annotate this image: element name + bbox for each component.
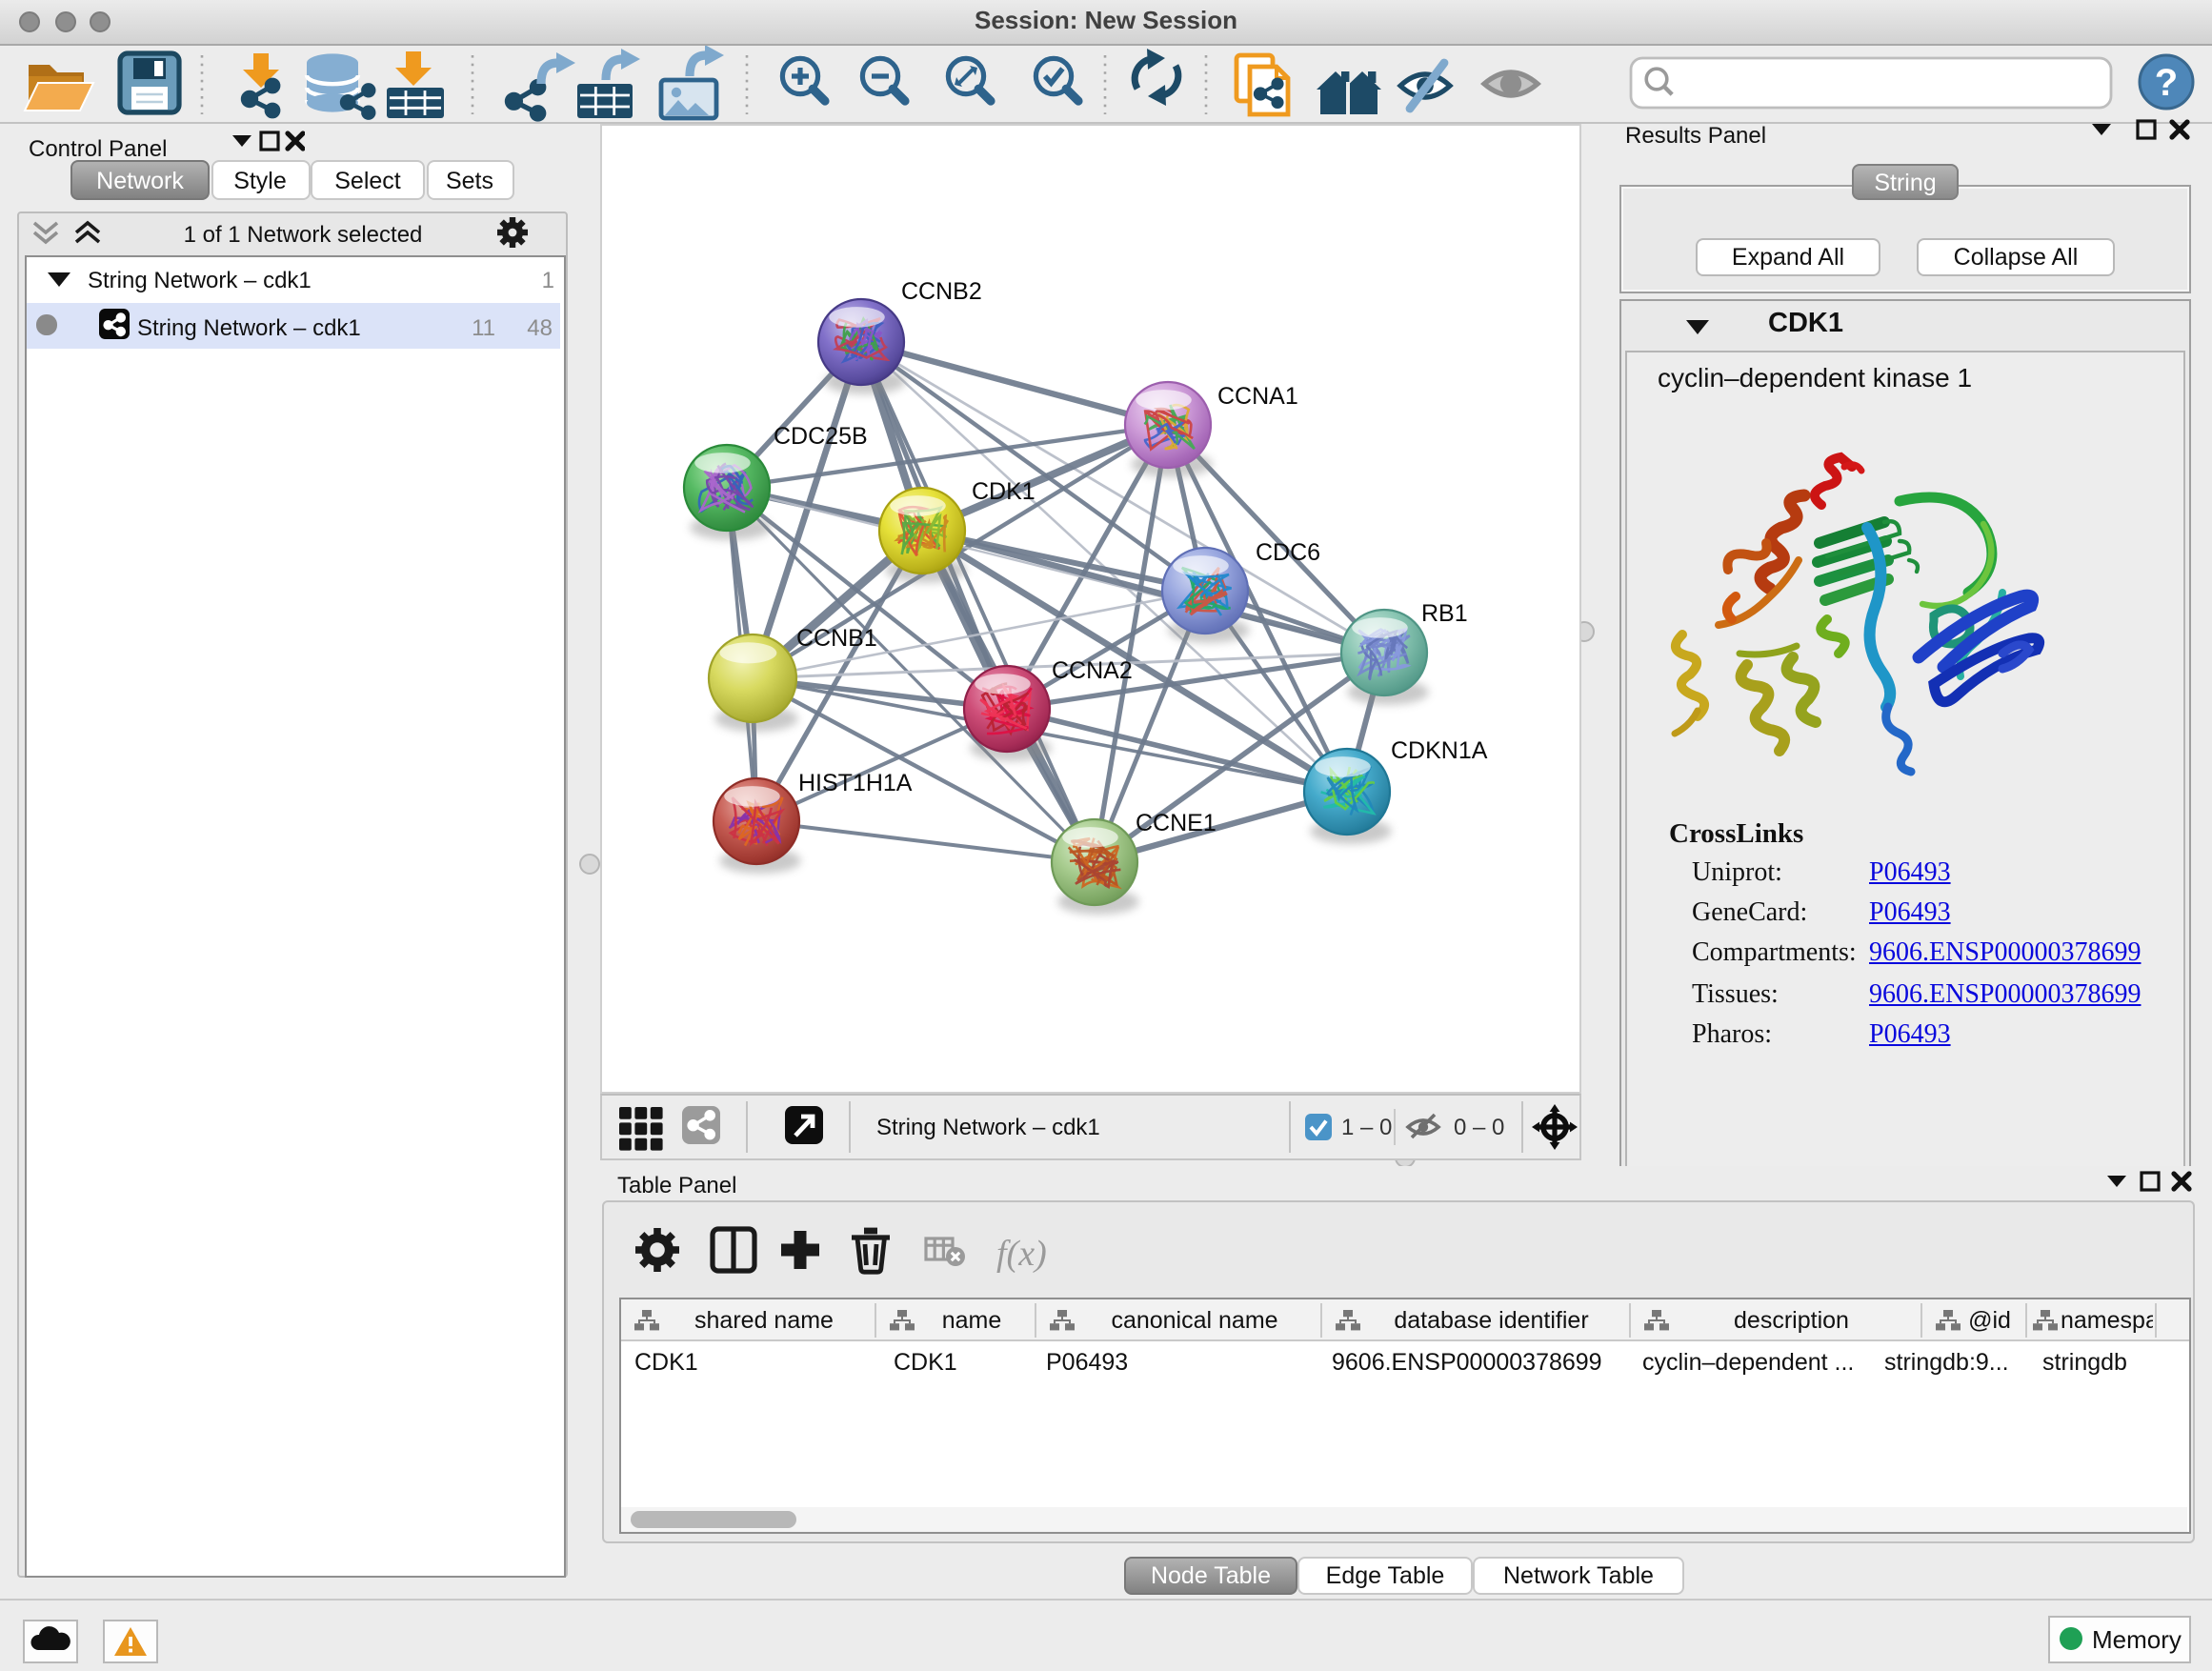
svg-text:CCNE1: CCNE1 bbox=[1136, 810, 1217, 836]
svg-text:CCNB2: CCNB2 bbox=[901, 278, 982, 305]
svg-text:CCNA1: CCNA1 bbox=[1217, 383, 1298, 410]
svg-text:RB1: RB1 bbox=[1421, 600, 1468, 627]
svg-text:CCNB1: CCNB1 bbox=[796, 625, 877, 652]
svg-text:CDKN1A: CDKN1A bbox=[1391, 737, 1488, 764]
svg-text:CDK1: CDK1 bbox=[972, 478, 1036, 505]
svg-text:0 – 0: 0 – 0 bbox=[1454, 1115, 1504, 1140]
svg-text:1 – 0: 1 – 0 bbox=[1341, 1115, 1392, 1140]
svg-text:CDC25B: CDC25B bbox=[774, 423, 868, 450]
svg-text:CDC6: CDC6 bbox=[1256, 539, 1320, 566]
svg-text:CCNA2: CCNA2 bbox=[1052, 657, 1133, 684]
svg-text:String Network – cdk1: String Network – cdk1 bbox=[876, 1115, 1100, 1140]
svg-text:HIST1H1A: HIST1H1A bbox=[798, 770, 913, 796]
svg-text:?: ? bbox=[2155, 62, 2178, 104]
svg-text:f(x): f(x) bbox=[996, 1234, 1047, 1274]
